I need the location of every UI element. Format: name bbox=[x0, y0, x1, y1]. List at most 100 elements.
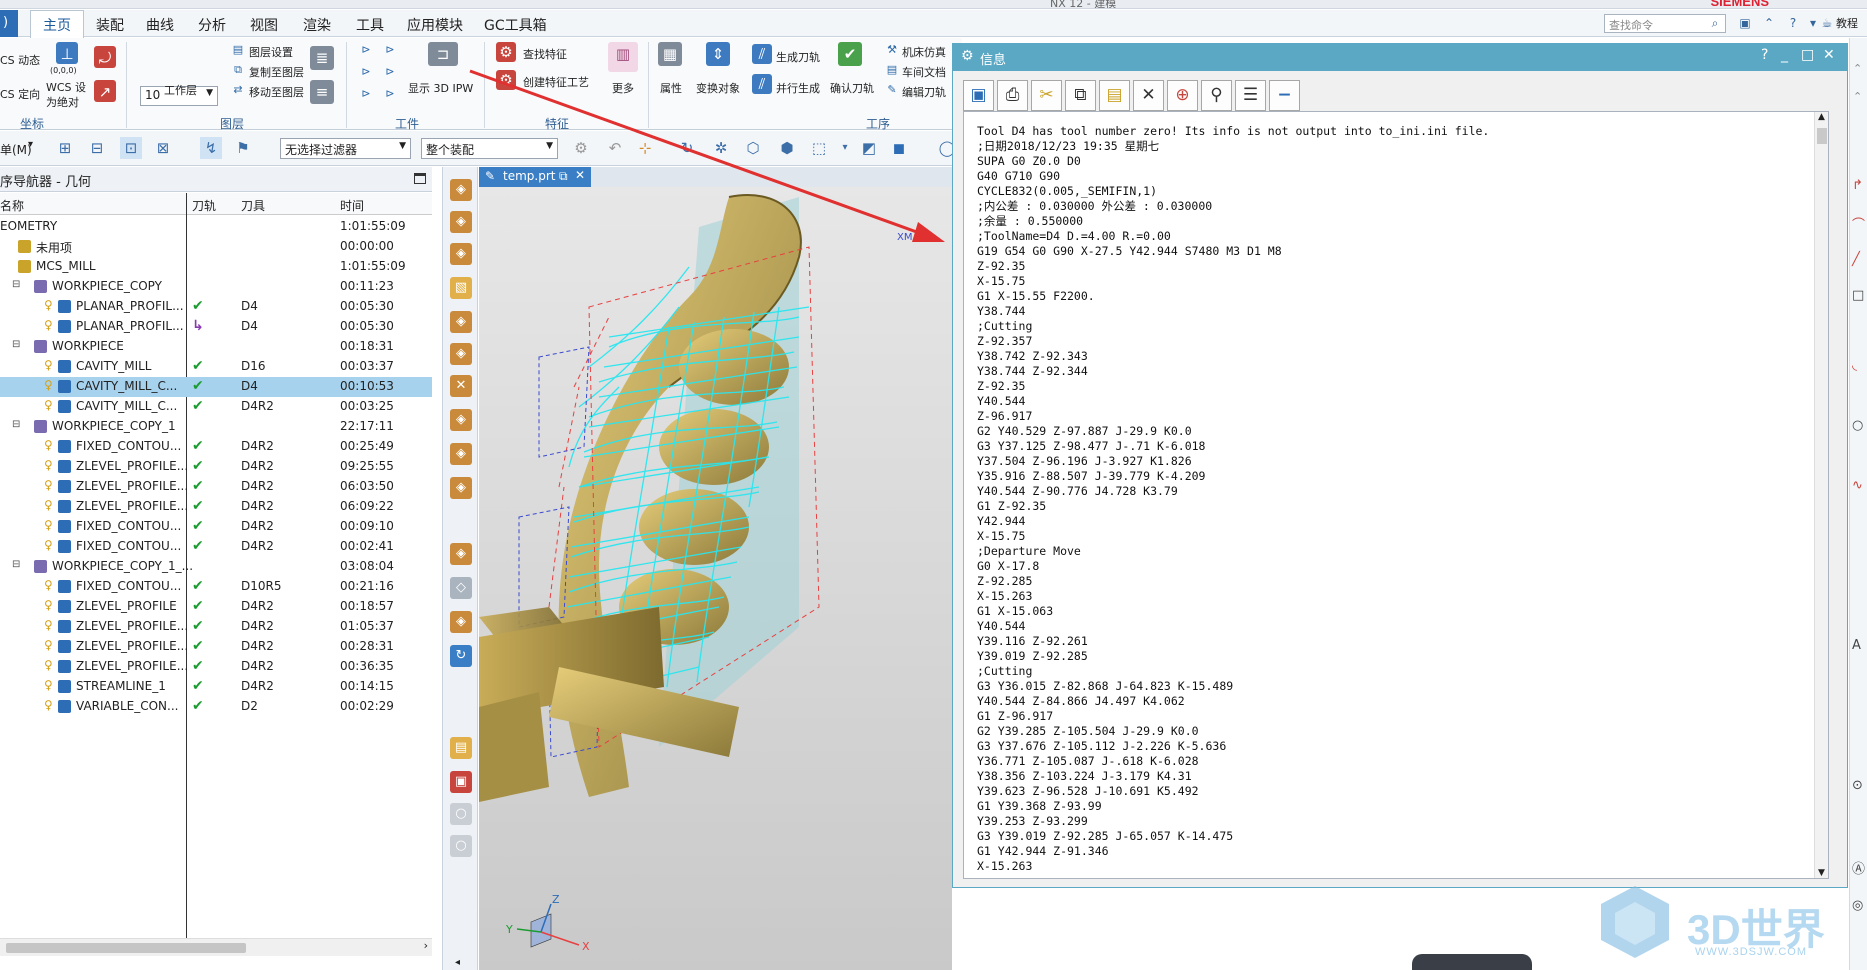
assembly-scope-select[interactable]: 整个装配 ▼ bbox=[421, 138, 558, 159]
delete-icon[interactable]: ✕ bbox=[1133, 80, 1164, 111]
text-icon[interactable]: A bbox=[1852, 638, 1861, 653]
table-row[interactable]: ♀ ZLEVEL_PROFILE... ✔ D4R2 09:25:55 bbox=[0, 457, 432, 477]
toolpath-filter-icon[interactable]: ⚑ bbox=[232, 137, 254, 159]
help-icon[interactable]: ? bbox=[1761, 47, 1768, 63]
box-select-icon[interactable]: ⬚ bbox=[808, 137, 830, 159]
maximize-icon[interactable] bbox=[414, 173, 426, 184]
graphics-viewport[interactable]: Z X Y XM bbox=[479, 187, 961, 970]
process-a-icon[interactable]: ⊳ bbox=[358, 42, 374, 58]
menu-curve[interactable]: 曲线 bbox=[146, 15, 174, 35]
paste-icon[interactable]: ▤ bbox=[1099, 80, 1130, 111]
text-box-icon[interactable]: Ⓐ bbox=[1852, 858, 1865, 877]
resource-reuse-icon[interactable]: ▧ bbox=[450, 277, 472, 299]
geometry-view-icon[interactable]: ⊡ bbox=[120, 137, 142, 159]
table-row[interactable]: ♀ CAVITY_MILL_C... ✔ D4R2 00:03:25 bbox=[0, 397, 432, 417]
resource-roles-icon[interactable]: ◈ bbox=[450, 443, 472, 465]
snap-g-icon[interactable]: ⬢ bbox=[776, 137, 798, 159]
resource-refresh-icon[interactable]: ↻ bbox=[450, 645, 472, 667]
snap-a-icon[interactable]: ⚙ bbox=[570, 137, 592, 159]
layer-stack-icon[interactable]: ≣ bbox=[310, 46, 334, 70]
menu-gc-toolkit[interactable]: GC工具箱 bbox=[484, 15, 547, 35]
col-name[interactable]: 名称 bbox=[0, 193, 24, 215]
menu-assembly[interactable]: 装配 bbox=[96, 15, 124, 35]
process-b-icon[interactable]: ⊳ bbox=[382, 42, 398, 58]
table-row[interactable]: ♀ FIXED_CONTOU... ✔ D4R2 00:25:49 bbox=[0, 437, 432, 457]
window-icon[interactable]: ▣ bbox=[1738, 16, 1752, 30]
ribbon-collapse-icon[interactable]: ⌃ bbox=[1762, 16, 1776, 30]
snap-c-icon[interactable]: ⊹ bbox=[634, 137, 656, 159]
menu-analysis[interactable]: 分析 bbox=[198, 15, 226, 35]
move-to-layer-button[interactable]: 移动至图层 bbox=[249, 84, 304, 100]
collapse-toggle-icon[interactable]: ⊟ bbox=[12, 559, 20, 570]
horizontal-scrollbar[interactable]: › bbox=[0, 938, 432, 956]
menu-tools[interactable]: 工具 bbox=[356, 15, 384, 35]
chevron-down-icon[interactable]: ▾ bbox=[834, 137, 856, 159]
resource-system-icon[interactable]: ◈ bbox=[450, 477, 472, 499]
table-row[interactable]: ⊟ WORKPIECE_COPY_1 22:17:11 bbox=[0, 417, 432, 437]
col-path[interactable]: 刀轨 bbox=[192, 193, 216, 215]
table-row[interactable]: ⊟ WORKPIECE 00:18:31 bbox=[0, 337, 432, 357]
chevron-left-icon[interactable]: ◂ bbox=[455, 957, 460, 968]
close-icon[interactable]: ✕ bbox=[1823, 47, 1835, 63]
vertical-scrollbar[interactable]: ▲ ▼ bbox=[1814, 112, 1828, 878]
help-icon[interactable]: ? bbox=[1786, 16, 1800, 30]
cut-icon[interactable]: ✂ bbox=[1031, 80, 1062, 111]
table-row[interactable]: ♀ PLANAR_PROFIL... ✔ D4 00:05:30 bbox=[0, 297, 432, 317]
tutorial-icon[interactable]: ☕ bbox=[1820, 16, 1834, 30]
wcs-origin-icon[interactable]: ⊥ bbox=[56, 42, 78, 64]
wcs-orient-button[interactable]: CS 定向 bbox=[0, 86, 40, 102]
verify-toolpath-button[interactable]: 确认刀轨 bbox=[830, 80, 874, 96]
wcs-dynamic-button[interactable]: CS 动态 bbox=[0, 52, 40, 68]
show-3d-ipw-button[interactable]: 显示 3D IPW bbox=[408, 80, 473, 96]
copy-icon[interactable]: ⧉ bbox=[1065, 80, 1096, 111]
table-row[interactable]: ⊟ WORKPIECE_COPY 00:11:23 bbox=[0, 277, 432, 297]
chevron-up-icon[interactable]: ⌃ bbox=[1853, 90, 1862, 103]
gen-toolpath-button[interactable]: 生成刀轨 bbox=[776, 49, 820, 65]
table-row[interactable]: ⊟ WORKPIECE_COPY_1_... 03:08:04 bbox=[0, 557, 432, 577]
resource-part-icon[interactable]: ◈ bbox=[450, 243, 472, 265]
shaded-cube-icon[interactable]: ◼ bbox=[888, 137, 910, 159]
maximize-icon[interactable]: □ bbox=[1801, 47, 1814, 63]
table-row[interactable]: ♀ FIXED_CONTOU... ✔ D4R2 00:02:41 bbox=[0, 537, 432, 557]
process-f-icon[interactable]: ⊳ bbox=[382, 86, 398, 102]
col-time[interactable]: 时间 bbox=[340, 193, 364, 215]
resource-a-icon[interactable]: ○ bbox=[450, 803, 472, 825]
find-feature-button[interactable]: 查找特征 bbox=[523, 46, 567, 62]
shop-doc-button[interactable]: 车间文档 bbox=[902, 64, 946, 80]
table-row[interactable]: ♀ ZLEVEL_PROFILE ✔ D4R2 00:18:57 bbox=[0, 597, 432, 617]
resource-web-icon[interactable]: ◈ bbox=[450, 343, 472, 365]
collapse-toggle-icon[interactable]: ⊟ bbox=[12, 339, 20, 350]
layer-visible-icon[interactable]: ≡ bbox=[310, 80, 334, 104]
collapse-toggle-icon[interactable]: ⊟ bbox=[12, 279, 20, 290]
process-d-icon[interactable]: ⊳ bbox=[382, 64, 398, 80]
info-titlebar[interactable]: ⚙ 信息 ? _ □ ✕ bbox=[953, 44, 1847, 71]
transform-button[interactable]: 变换对象 bbox=[696, 80, 740, 96]
resource-mach-icon[interactable]: ◈ bbox=[450, 543, 472, 565]
table-row[interactable]: EOMETRY 1:01:55:09 bbox=[0, 217, 432, 237]
find-icon[interactable]: ⊕ bbox=[1167, 80, 1198, 111]
table-row[interactable]: ♀ ZLEVEL_PROFILE... ✔ D4R2 06:03:50 bbox=[0, 477, 432, 497]
table-row[interactable]: ♀ ZLEVEL_PROFILE... ✔ D4R2 00:36:35 bbox=[0, 657, 432, 677]
table-row[interactable]: ♀ FIXED_CONTOU... ✔ D4R2 00:09:10 bbox=[0, 517, 432, 537]
tab-temp-prt[interactable]: ✎ temp.prt ⧉ ✕ bbox=[479, 167, 591, 187]
float-tab-icon[interactable]: ⧉ bbox=[559, 169, 568, 184]
save-icon[interactable]: ▣ bbox=[963, 80, 994, 111]
menu-button[interactable]: 单(M) bbox=[0, 141, 32, 158]
fillet-icon[interactable]: ◟ bbox=[1852, 358, 1857, 373]
table-row[interactable]: ♀ FIXED_CONTOU... ✔ D10R5 00:21:16 bbox=[0, 577, 432, 597]
layer-settings-button[interactable]: 图层设置 bbox=[249, 44, 293, 60]
collapse-icon[interactable]: − bbox=[1269, 80, 1300, 111]
arc-icon[interactable]: ⌒ bbox=[1852, 214, 1865, 233]
table-row[interactable]: ♀ ZLEVEL_PROFILE... ✔ D4R2 00:28:31 bbox=[0, 637, 432, 657]
circle-icon[interactable]: ○ bbox=[1852, 418, 1863, 433]
rectangle-icon[interactable]: □ bbox=[1852, 288, 1864, 303]
table-row[interactable]: ♀ STREAMLINE_1 ✔ D4R2 00:14:15 bbox=[0, 677, 432, 697]
table-row[interactable]: ♀ ZLEVEL_PROFILE... ✔ D4R2 01:05:37 bbox=[0, 617, 432, 637]
resource-constraint-icon[interactable]: ◈ bbox=[450, 211, 472, 233]
machine-tool-view-icon[interactable]: ⊟ bbox=[86, 137, 108, 159]
scroll-up-icon[interactable]: ▲ bbox=[1818, 112, 1825, 122]
resource-feature-icon[interactable]: ◈ bbox=[450, 611, 472, 633]
ipw-icon[interactable]: ⊐ bbox=[428, 42, 458, 66]
wcs-axis-icon[interactable]: ↗ bbox=[94, 80, 116, 102]
wcs-set-abs-button[interactable]: WCS 设为绝对 bbox=[46, 80, 90, 110]
